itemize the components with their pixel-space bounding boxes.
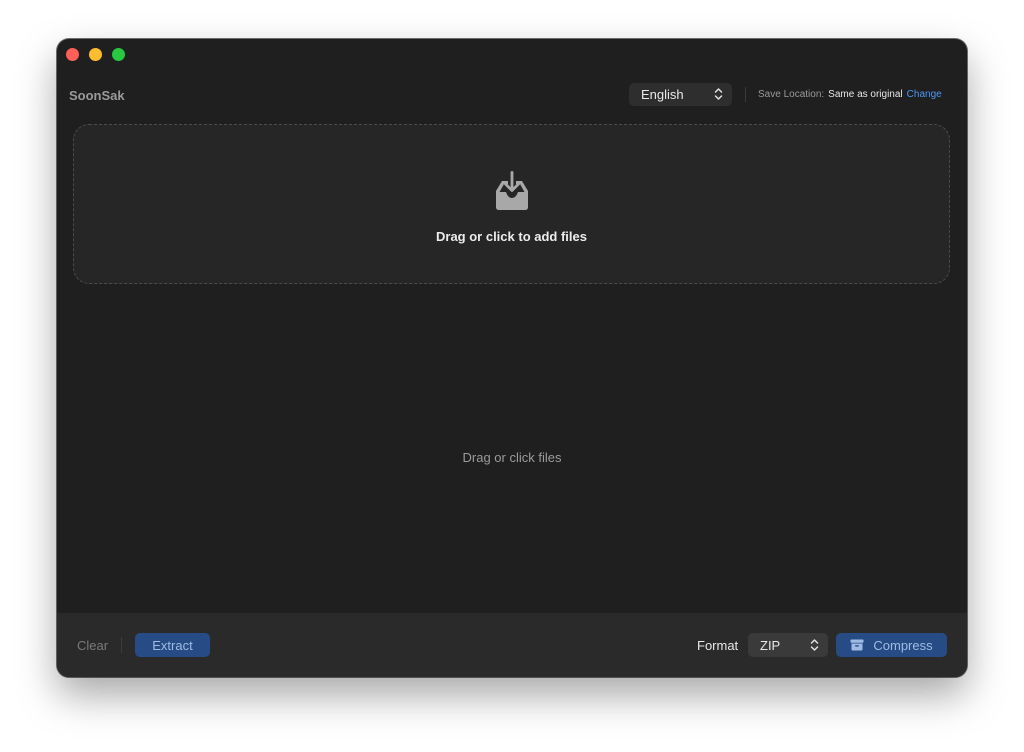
drop-zone-text: Drag or click to add files xyxy=(436,229,587,244)
archive-box-icon xyxy=(850,639,864,651)
chevron-up-down-icon xyxy=(714,88,723,100)
save-location: Save Location: Same as original Change xyxy=(758,89,942,100)
zoom-window-button[interactable] xyxy=(112,48,125,61)
app-window: SoonSak English Save Location: Same as or… xyxy=(57,39,967,677)
chevron-up-down-icon xyxy=(810,639,819,651)
language-select-value: English xyxy=(641,87,684,102)
format-select[interactable]: ZIP xyxy=(748,633,828,657)
minimize-window-button[interactable] xyxy=(89,48,102,61)
file-list-empty-text: Drag or click files xyxy=(462,450,562,465)
change-save-location-link[interactable]: Change xyxy=(907,89,942,100)
file-drop-zone[interactable]: Drag or click to add files xyxy=(73,124,950,284)
bottom-toolbar: Clear Extract Format ZIP Compress xyxy=(57,613,967,677)
tray-download-icon xyxy=(496,171,528,210)
compress-button[interactable]: Compress xyxy=(836,633,947,657)
app-title: SoonSak xyxy=(69,88,125,103)
language-select[interactable]: English xyxy=(629,83,732,106)
extract-button[interactable]: Extract xyxy=(135,633,210,657)
format-label: Format xyxy=(697,638,739,653)
save-location-value: Same as original xyxy=(828,89,903,100)
header-divider xyxy=(745,87,746,102)
format-select-value: ZIP xyxy=(760,637,781,653)
save-location-label: Save Location: xyxy=(758,89,825,100)
clear-button[interactable]: Clear xyxy=(77,638,108,653)
compress-button-label: Compress xyxy=(873,637,933,653)
window-controls xyxy=(66,48,125,61)
close-window-button[interactable] xyxy=(66,48,79,61)
toolbar-divider xyxy=(121,637,122,653)
